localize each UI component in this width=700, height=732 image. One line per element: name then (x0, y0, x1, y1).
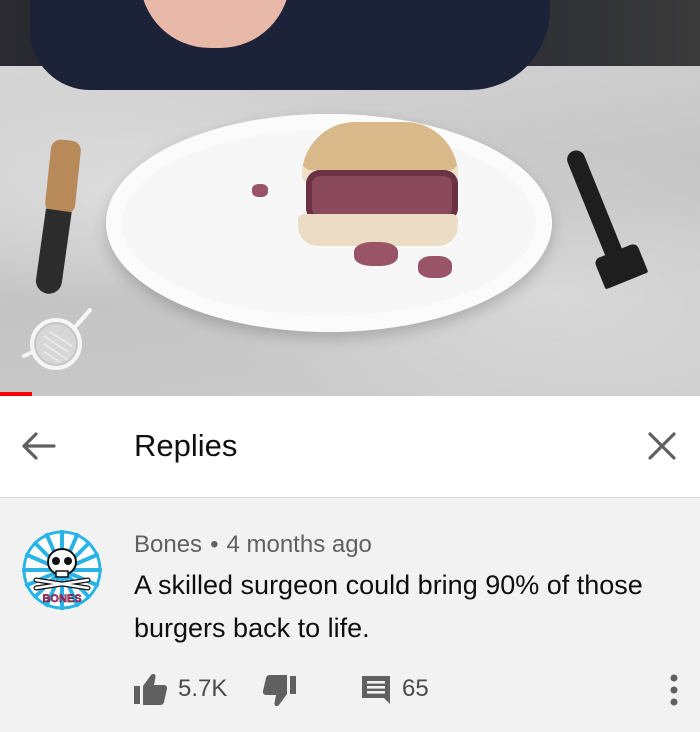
meat-crumb (418, 256, 452, 278)
close-icon[interactable] (640, 424, 684, 468)
avatar[interactable]: BONES (22, 530, 102, 610)
meta-separator: • (210, 531, 219, 558)
arrow-left-icon[interactable] (16, 424, 60, 468)
thumbs-up-icon[interactable] (132, 672, 168, 706)
thumbs-down-icon[interactable] (262, 674, 298, 708)
channel-watermark-icon[interactable] (20, 302, 98, 372)
comment-actions: 5.7K 65 (0, 670, 700, 710)
reply-count: 65 (402, 675, 429, 702)
video-player[interactable] (0, 0, 700, 396)
comment-text: A skilled surgeon could bring 90% of tho… (134, 570, 643, 643)
person-sleeve (30, 0, 550, 90)
comment-meta: Bones • 4 months ago (134, 530, 372, 560)
comment-time: 4 months ago (226, 531, 372, 558)
meat-crumb (252, 184, 268, 197)
comment-author[interactable]: Bones (134, 531, 202, 558)
more-vertical-icon[interactable] (660, 672, 688, 708)
like-count: 5.7K (178, 675, 228, 702)
meat-crumb (354, 242, 398, 266)
replies-header: Replies (0, 396, 700, 498)
replies-title: Replies (134, 428, 238, 463)
comment-icon[interactable] (360, 674, 392, 706)
comment: BONES Bones • 4 months ago A skilled surge… (0, 498, 700, 732)
svg-text:BONES: BONES (42, 593, 81, 605)
